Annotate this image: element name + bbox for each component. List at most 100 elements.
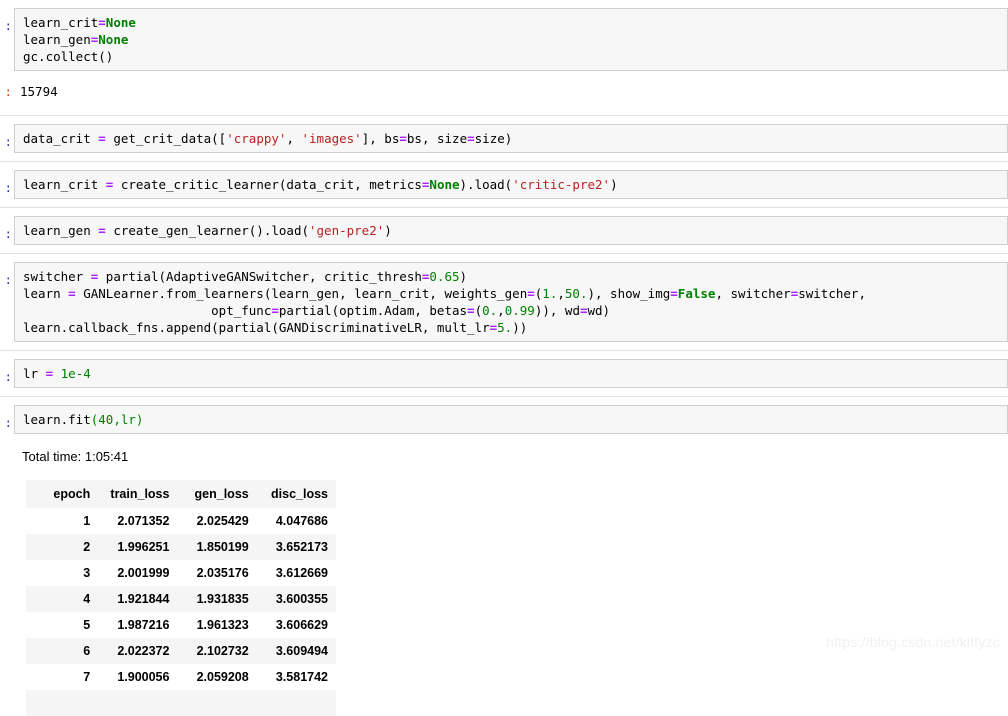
output-value-gc-collect: 15794: [20, 84, 58, 99]
table-row-partial: [26, 690, 336, 716]
table-row: 1 2.071352 2.025429 4.047686: [26, 508, 336, 534]
table-cell: 2.025429: [196, 514, 249, 528]
notebook-cell-cleanup[interactable]: : learn_crit=None learn_gen=None gc.coll…: [0, 8, 1008, 71]
table-cell: 3.600355: [275, 592, 328, 606]
input-prompt: :: [4, 272, 12, 287]
input-prompt: :: [4, 369, 12, 384]
table-cell: 1.931835: [196, 592, 249, 606]
table-cell: 1.900056: [117, 670, 170, 684]
code-editor-get-crit-data[interactable]: data_crit = get_crit_data(['crappy', 'im…: [14, 124, 1008, 153]
table-column-header-gen_loss: gen_loss: [194, 487, 249, 501]
table-cell: [26, 690, 98, 716]
output-prompt-spacer: [0, 444, 14, 446]
notebook-cell-create-gen-learner[interactable]: : learn_gen = create_gen_learner().load(…: [0, 216, 1008, 245]
code-content: learn.fit(40,lr): [23, 412, 144, 427]
code-content: learn_crit = create_critic_learner(data_…: [23, 177, 618, 192]
code-editor-learn-fit[interactable]: learn.fit(40,lr): [14, 405, 1008, 434]
table-column-header-train_loss: train_loss: [110, 487, 170, 501]
table-cell: 1: [83, 514, 91, 528]
output-prompt: :: [4, 84, 12, 99]
table-cell: 2.035176: [196, 566, 249, 580]
table-header-row: epoch train_loss gen_loss disc_loss: [26, 480, 336, 508]
table-cell: 7: [83, 670, 91, 684]
notebook-cell-lr[interactable]: : lr = 1e-4: [0, 359, 1008, 388]
input-prompt: :: [4, 226, 12, 241]
table-cell: 1.921844: [117, 592, 170, 606]
table-column-header-disc_loss: disc_loss: [271, 487, 328, 501]
table-cell: 1.987216: [117, 618, 170, 632]
table-cell: [177, 690, 256, 716]
table-cell: 2.071352: [117, 514, 170, 528]
code-content: lr = 1e-4: [23, 366, 91, 381]
table-cell: 4: [83, 592, 91, 606]
training-results-table: epoch train_loss gen_loss disc_loss 1 2.0713…: [26, 480, 336, 716]
results-table-wrapper: epoch train_loss gen_loss disc_loss 1 2.0713…: [20, 466, 1008, 716]
table-cell: 3.612669: [275, 566, 328, 580]
code-content: switcher = partial(AdaptiveGANSwitcher, …: [23, 269, 866, 335]
table-cell: 1.996251: [117, 540, 170, 554]
table-cell: 3.581742: [275, 670, 328, 684]
code-content: learn_gen = create_gen_learner().load('g…: [23, 223, 392, 238]
table-cell: [257, 690, 336, 716]
code-content: data_crit = get_crit_data(['crappy', 'im…: [23, 131, 513, 146]
notebook-output-gc-collect: : 15794: [0, 81, 1008, 102]
input-prompt: :: [4, 415, 12, 430]
code-editor-create-gen-learner[interactable]: learn_gen = create_gen_learner().load('g…: [14, 216, 1008, 245]
table-cell: 2.059208: [196, 670, 249, 684]
table-cell: 4.047686: [275, 514, 328, 528]
table-cell: 5: [83, 618, 91, 632]
input-prompt: :: [4, 180, 12, 195]
input-prompt: :: [4, 18, 12, 33]
table-row: 4 1.921844 1.931835 3.600355: [26, 586, 336, 612]
table-column-header-epoch: epoch: [53, 487, 91, 501]
table-row: 6 2.022372 2.102732 3.609494: [26, 638, 336, 664]
table-cell: 3: [83, 566, 91, 580]
table-cell: 3.652173: [275, 540, 328, 554]
total-time-label: Total time: 1:05:41: [22, 449, 129, 464]
notebook-cell-create-critic-learner[interactable]: : learn_crit = create_critic_learner(dat…: [0, 170, 1008, 199]
table-cell: 6: [83, 644, 91, 658]
table-header: epoch train_loss gen_loss disc_loss: [26, 480, 336, 508]
table-row: 7 1.900056 2.059208 3.581742: [26, 664, 336, 690]
notebook-cell-learn-fit[interactable]: : learn.fit(40,lr): [0, 405, 1008, 434]
table-cell: 3.606629: [275, 618, 328, 632]
training-output-area: Total time: 1:05:41 epoch train_loss gen_l…: [14, 444, 1008, 716]
notebook-cell-get-crit-data[interactable]: : data_crit = get_crit_data(['crappy', '…: [0, 124, 1008, 153]
table-cell: 1.961323: [196, 618, 249, 632]
table-cell: 3.609494: [275, 644, 328, 658]
code-editor-gan-learner[interactable]: switcher = partial(AdaptiveGANSwitcher, …: [14, 262, 1008, 342]
code-editor-cleanup[interactable]: learn_crit=None learn_gen=None gc.collec…: [14, 8, 1008, 71]
table-row: 5 1.987216 1.961323 3.606629: [26, 612, 336, 638]
table-cell: 2: [83, 540, 91, 554]
code-editor-lr[interactable]: lr = 1e-4: [14, 359, 1008, 388]
code-content: learn_crit=None learn_gen=None gc.collec…: [23, 15, 136, 64]
code-editor-create-critic-learner[interactable]: learn_crit = create_critic_learner(data_…: [14, 170, 1008, 199]
table-cell: 1.850199: [196, 540, 249, 554]
notebook-output-training: Total time: 1:05:41 epoch train_loss gen_l…: [0, 444, 1008, 716]
notebook-cell-gan-learner[interactable]: : switcher = partial(AdaptiveGANSwitcher…: [0, 262, 1008, 342]
input-prompt: :: [4, 134, 12, 149]
table-row: 3 2.001999 2.035176 3.612669: [26, 560, 336, 586]
table-body: 1 2.071352 2.025429 4.047686 2 1.996251 1.8501…: [26, 508, 336, 716]
table-cell: [98, 690, 177, 716]
table-cell: 2.001999: [117, 566, 170, 580]
table-cell: 2.022372: [117, 644, 170, 658]
notebook-container: : learn_crit=None learn_gen=None gc.coll…: [0, 0, 1008, 716]
table-cell: 2.102732: [196, 644, 249, 658]
table-row: 2 1.996251 1.850199 3.652173: [26, 534, 336, 560]
